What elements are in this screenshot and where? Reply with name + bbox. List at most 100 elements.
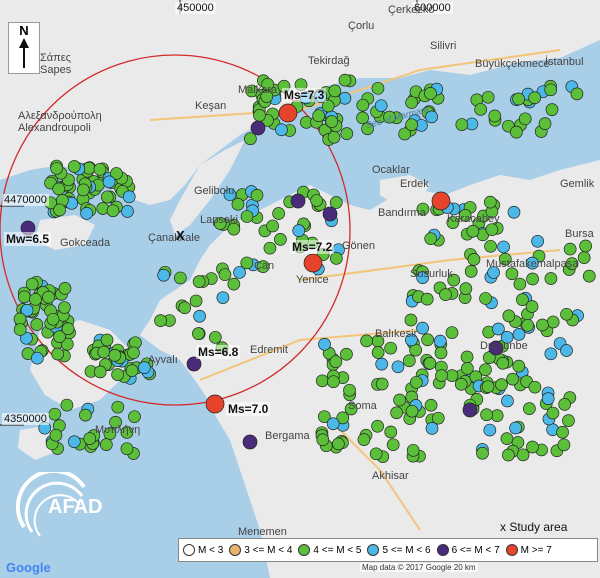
event-marker-m4-5 xyxy=(328,84,342,98)
event-marker-m6-7 xyxy=(250,120,266,136)
event-marker-m6-7 xyxy=(290,193,306,209)
city-tekirdag: Tekirdağ xyxy=(308,55,350,67)
event-marker-m4-5 xyxy=(100,333,114,347)
event-marker-m4-5 xyxy=(340,347,353,361)
city-bergama: Bergama xyxy=(265,430,310,442)
event-marker-m4-5 xyxy=(173,271,187,285)
event-marker-m4-5 xyxy=(111,400,125,414)
event-marker-m5-6 xyxy=(541,392,555,405)
event-marker-m4-5 xyxy=(76,183,90,197)
event-marker-m4-5 xyxy=(120,442,134,456)
event-marker-m4-5 xyxy=(393,393,406,407)
event-marker-m4-5 xyxy=(579,239,592,253)
event-marker-m4-5 xyxy=(208,330,222,344)
event-marker-m4-5 xyxy=(384,341,398,355)
legend-swatch xyxy=(183,544,195,556)
event-marker-m4-5 xyxy=(244,132,257,146)
event-marker-m5-6 xyxy=(531,234,544,248)
event-marker-m5-6 xyxy=(67,435,81,449)
event-marker-m4-5 xyxy=(528,380,542,394)
event-marker-m4-5 xyxy=(420,292,434,306)
event-marker-m4-5 xyxy=(67,160,81,173)
north-arrow: N xyxy=(8,22,40,74)
legend-swatch xyxy=(229,544,242,556)
legend-item-6-7: 6 <= M < 7 xyxy=(436,544,500,556)
event-marker-m5-6 xyxy=(433,334,447,348)
event-marker-m4-5 xyxy=(93,365,107,379)
city-ocaklar: Ocaklar xyxy=(372,164,410,176)
event-marker-m5-6 xyxy=(509,421,522,435)
event-marker-m4-5 xyxy=(357,433,371,446)
legend-label: 5 <= M < 6 xyxy=(382,544,431,556)
city-erdek: Erdek xyxy=(400,178,429,190)
event-marker-m4-5 xyxy=(369,447,383,461)
event-marker-m4-5 xyxy=(402,354,416,368)
event-marker-m5-6 xyxy=(318,337,331,351)
city-balikesir: Balıkesir xyxy=(375,328,418,340)
event-marker-m4-5 xyxy=(111,368,124,381)
legend-item-4-5: 4 <= M < 5 xyxy=(298,544,361,556)
event-marker-m4-5 xyxy=(557,438,571,452)
city-susurluk: Susurluk xyxy=(410,268,453,280)
event-marker-m4-5 xyxy=(506,372,519,386)
event-marker-m4-5 xyxy=(560,307,573,321)
event-marker-m5-6 xyxy=(374,99,388,113)
city-dursunbey: Dursunbe xyxy=(480,340,528,352)
event-marker-m7-plus xyxy=(303,253,323,273)
event-marker-m4-5 xyxy=(570,87,584,101)
event-marker-m4-5 xyxy=(466,224,480,238)
event-marker-m4-5 xyxy=(125,364,139,377)
event-marker-m4-5 xyxy=(485,223,499,237)
event-marker-m4-5 xyxy=(61,322,75,336)
event-marker-m4-5 xyxy=(460,350,474,364)
magnitude-label-7-3: Ms=7.3 xyxy=(282,88,327,102)
city-soma: Soma xyxy=(348,400,377,412)
city-canakkale: Çanakkale xyxy=(148,232,200,244)
event-marker-m4-5 xyxy=(218,268,232,281)
event-marker-m6-7 xyxy=(462,402,478,418)
city-gemlik: Gemlik xyxy=(560,178,595,190)
legend-swatch xyxy=(505,544,518,556)
city-mustafakemalpasa: Mustafakemalpaşa xyxy=(486,258,579,270)
event-marker-m5-6 xyxy=(193,309,206,323)
event-marker-m4-5 xyxy=(404,313,418,327)
event-marker-m4-5 xyxy=(556,425,569,439)
event-marker-m4-5 xyxy=(523,402,536,415)
event-marker-m4-5 xyxy=(474,103,488,116)
event-marker-m4-5 xyxy=(424,87,437,100)
event-marker-m4-5 xyxy=(338,73,352,87)
event-marker-m4-5 xyxy=(58,301,71,314)
event-marker-m4-5 xyxy=(83,432,97,445)
event-marker-m5-6 xyxy=(80,207,94,220)
city-can: Çan xyxy=(254,260,275,272)
event-marker-m4-5 xyxy=(227,277,241,291)
event-marker-m4-5 xyxy=(51,347,65,361)
event-marker-m4-5 xyxy=(488,109,502,123)
afad-logo-text: AFAD xyxy=(48,496,103,518)
event-marker-m4-5 xyxy=(424,232,438,246)
event-marker-m4-5 xyxy=(253,109,266,122)
event-marker-m4-5 xyxy=(250,188,264,202)
event-marker-m4-5 xyxy=(421,333,434,347)
event-marker-m4-5 xyxy=(558,398,572,411)
city-lapseki: Lapseki xyxy=(200,214,238,226)
event-marker-m5-6 xyxy=(275,123,288,137)
event-marker-m4-5 xyxy=(356,98,370,112)
event-marker-m4-5 xyxy=(459,282,473,295)
event-marker-m4-5 xyxy=(526,440,539,454)
legend-swatch xyxy=(367,544,380,556)
event-marker-m4-5 xyxy=(563,242,577,256)
event-marker-m5-6 xyxy=(102,175,116,189)
city-gelibolu: Gelibolu xyxy=(194,185,235,197)
event-marker-m4-5 xyxy=(315,374,329,388)
event-marker-m4-5 xyxy=(502,448,515,462)
coord-left-mid: 4470000 xyxy=(2,194,49,206)
legend-item-m-lt-3: M < 3 xyxy=(183,544,223,556)
city-ayvalik: Ayvalı xyxy=(148,354,178,366)
legend-label: 3 <= M < 4 xyxy=(244,544,293,556)
event-marker-m4-5 xyxy=(108,348,122,362)
event-marker-m4-5 xyxy=(327,375,340,389)
event-marker-m5-6 xyxy=(338,91,352,105)
event-marker-m6-7 xyxy=(186,356,202,372)
event-marker-m4-5 xyxy=(178,301,192,315)
